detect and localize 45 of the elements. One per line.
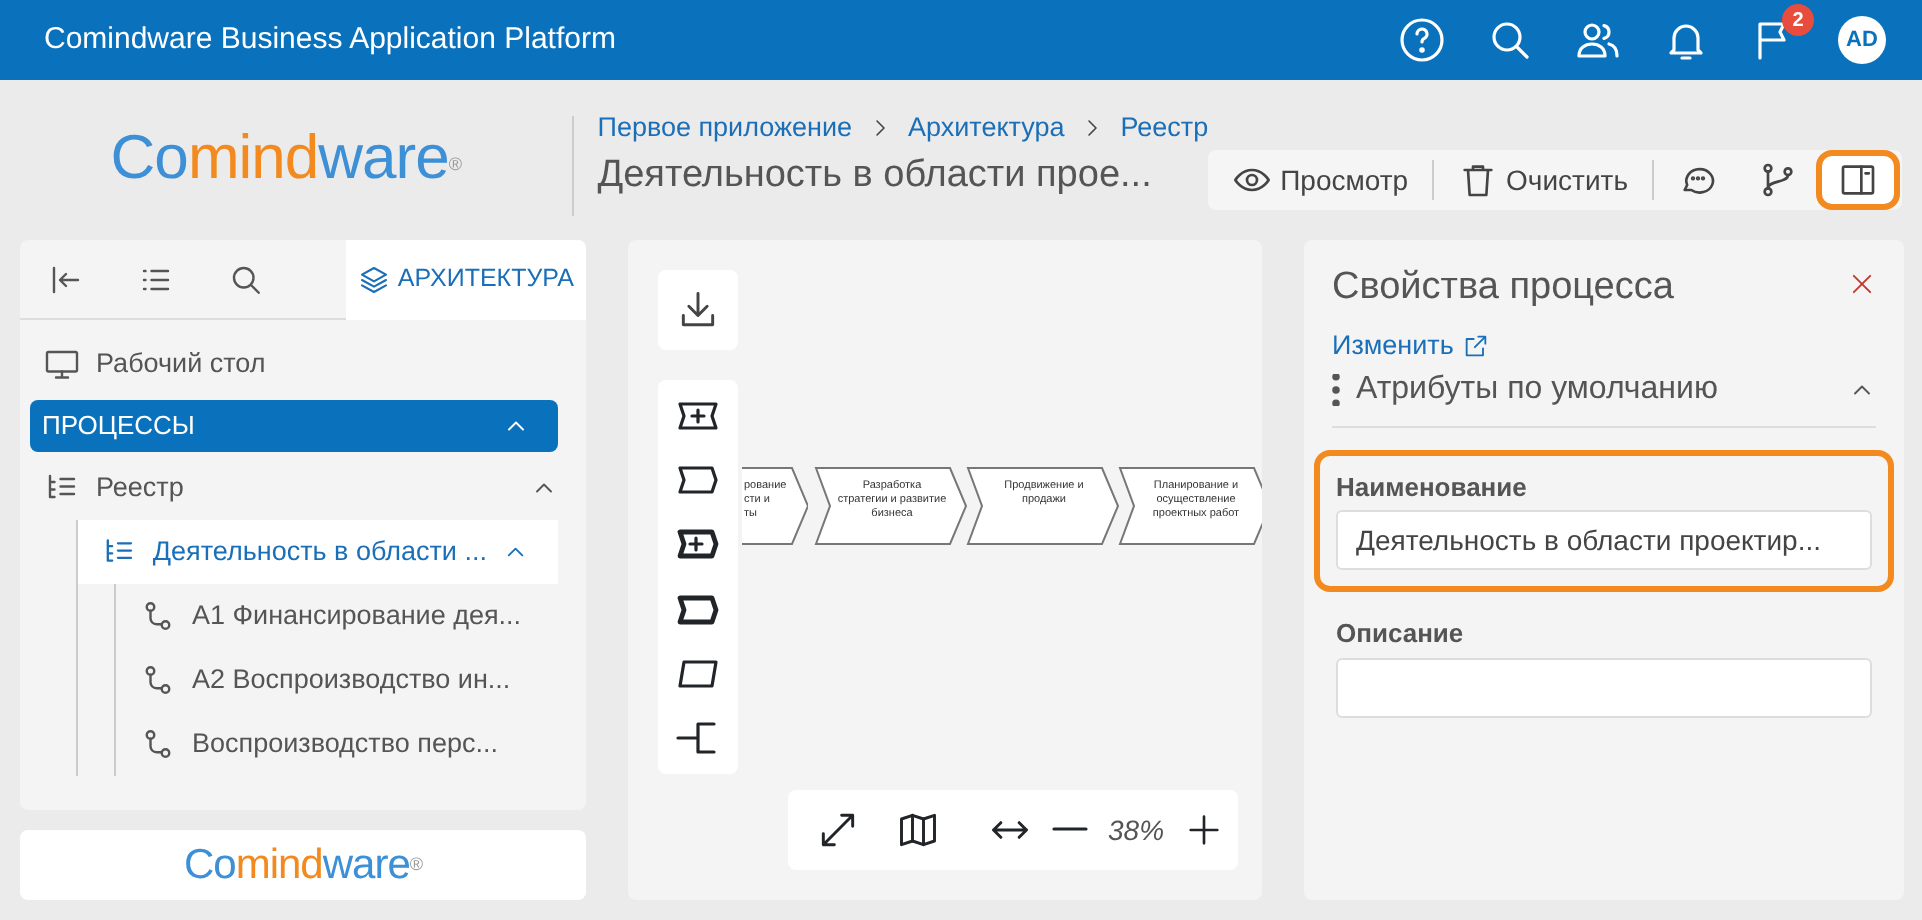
clear-button[interactable]: Очистить	[1442, 155, 1644, 205]
field-label: Описание	[1336, 616, 1466, 653]
branch-icon	[1758, 160, 1798, 200]
download-button[interactable]	[658, 270, 738, 350]
section-header[interactable]: ПРОЦЕССЫ	[30, 400, 558, 452]
field-label: Наименование	[1336, 469, 1529, 506]
architecture-tab[interactable]: АРХИТЕКТУРА	[345, 240, 586, 319]
notification-count: 2	[1782, 4, 1814, 36]
search-icon	[227, 262, 263, 299]
tree-item[interactable]: А2 Воспроизводство ин...	[116, 648, 586, 712]
tree-item[interactable]: Деятельность в области ...	[78, 520, 558, 584]
process-icon	[140, 662, 176, 698]
footer-logo: Comindware$^{®}$	[20, 830, 586, 900]
minus-icon	[1052, 826, 1088, 833]
breadcrumb-link[interactable]: Архитектура	[908, 108, 1065, 149]
external-link-icon	[1461, 331, 1490, 360]
collapse-icon	[47, 262, 83, 299]
tree-item[interactable]: Воспроизводство перс...	[116, 712, 586, 776]
app-title: Comindware Business Application Platform	[44, 19, 616, 60]
dots-icon	[1332, 373, 1340, 406]
tree-item[interactable]: А1 Финансирование дея...	[116, 584, 586, 648]
panel-title: Свойства процесса	[1332, 264, 1674, 312]
view-button[interactable]: Просмотр	[1216, 155, 1425, 205]
layers-icon	[357, 263, 390, 295]
tree-item[interactable]: Рабочий стол	[20, 332, 586, 396]
breadcrumb-link[interactable]: Первое приложение	[597, 108, 853, 149]
input-field[interactable]: Деятельность в области проектир...	[1336, 510, 1872, 571]
download-icon	[676, 288, 720, 332]
breadcrumb-link[interactable]: Реестр	[1120, 108, 1209, 149]
edit-link[interactable]: Изменить	[1332, 325, 1490, 366]
desktop-icon	[44, 346, 80, 382]
process-icon	[140, 726, 176, 762]
user-avatar[interactable]: AD	[1838, 16, 1886, 64]
company-logo: Comindware$^{®}$	[108, 120, 464, 196]
input-field[interactable]	[1336, 657, 1872, 718]
section-title: Атрибуты по умолчанию	[1356, 369, 1718, 410]
panel-toggle-button[interactable]	[1822, 156, 1894, 204]
tree-item[interactable]: Реестр	[20, 456, 586, 520]
search-icon[interactable]	[1486, 16, 1534, 64]
process-icon	[140, 598, 176, 634]
panel-icon	[1838, 160, 1878, 200]
close-icon	[1848, 269, 1876, 298]
zoom-level: 38%	[1108, 811, 1165, 849]
help-icon[interactable]	[1398, 16, 1446, 64]
page-title: Деятельность в области прое...	[597, 152, 1154, 201]
